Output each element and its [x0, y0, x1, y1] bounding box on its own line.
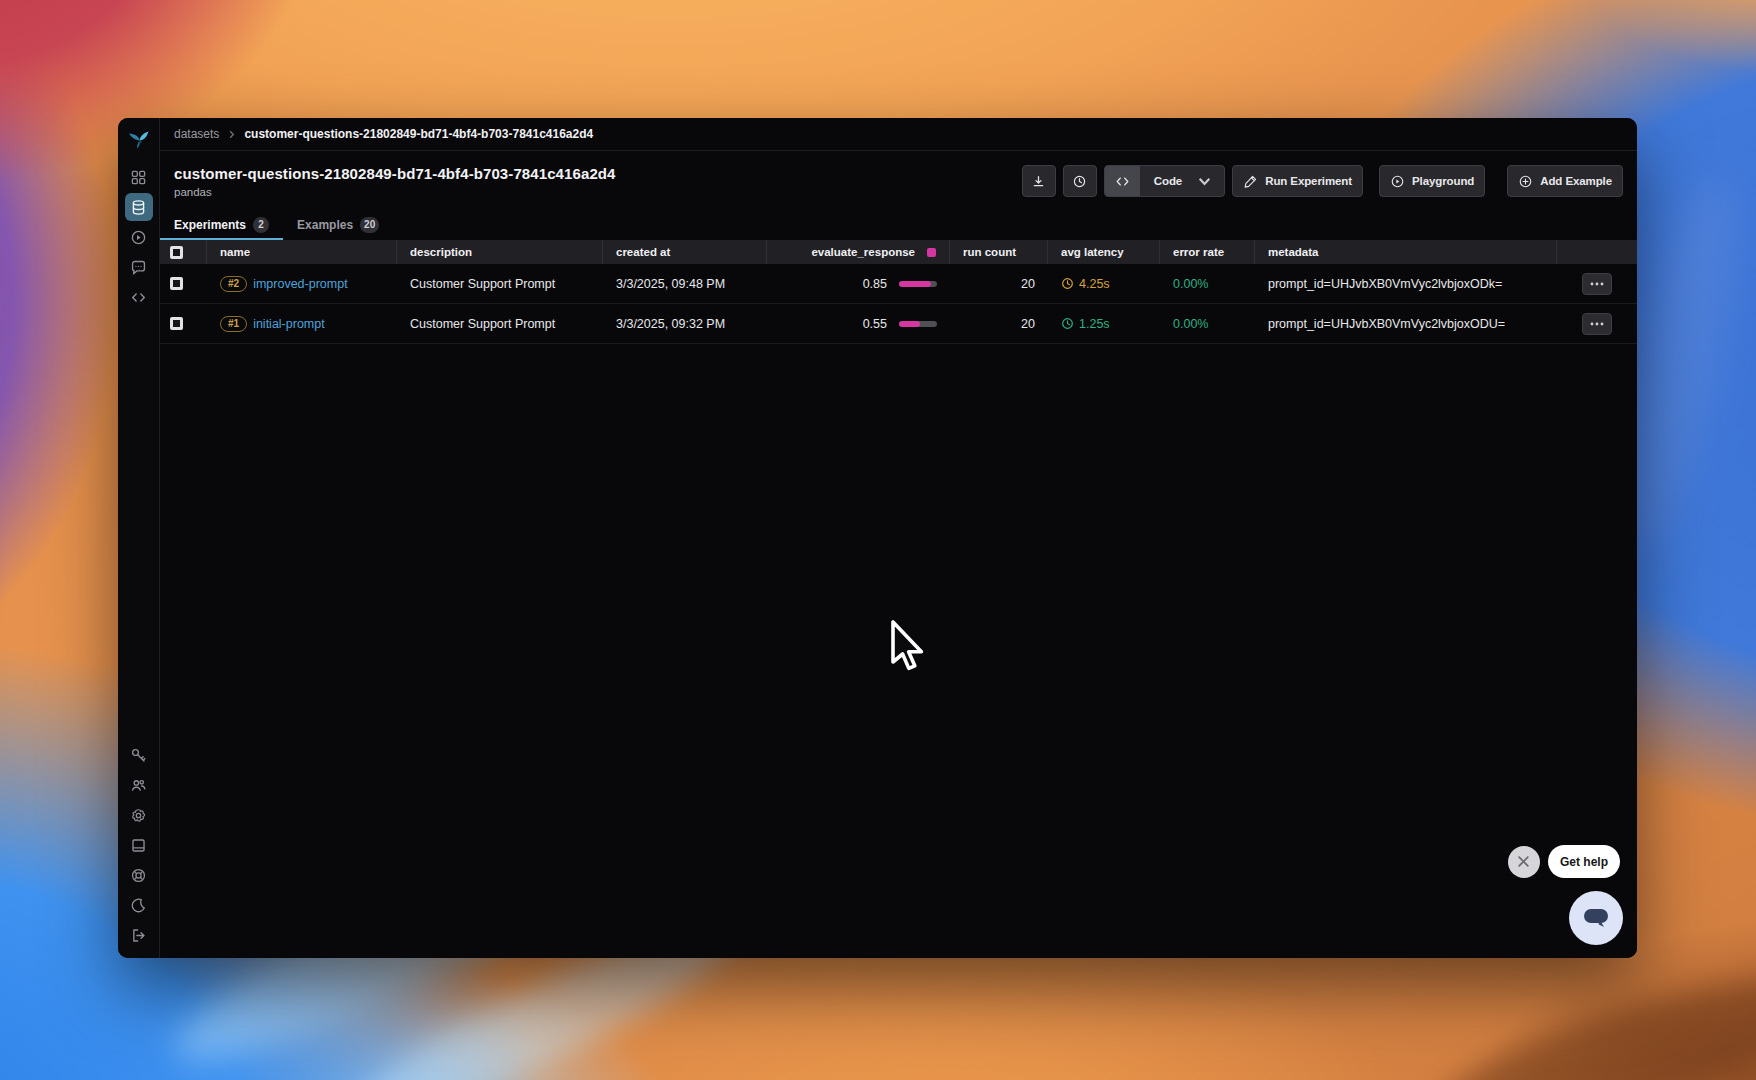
metadata-cell: prompt_id=UHJvbXB0VmVyc2lvbjoxODU= [1255, 317, 1557, 331]
col-metadata: metadata [1255, 240, 1557, 264]
experiment-link[interactable]: initial-prompt [253, 317, 325, 331]
evaluator-color-chip [927, 248, 936, 257]
experiment-row-initial-prompt[interactable]: #1 initial-prompt Customer Support Prompt… [160, 304, 1637, 344]
col-created-at: created at [603, 240, 767, 264]
table-header-row: name description created at evaluate_res… [160, 240, 1637, 264]
examples-count-badge: 20 [360, 217, 379, 233]
breadcrumb: datasets customer-questions-21802849-bd7… [160, 118, 1637, 151]
breadcrumb-datasets[interactable]: datasets [174, 127, 219, 141]
chat-widget-button[interactable] [1569, 891, 1623, 945]
app-window: datasets customer-questions-21802849-bd7… [118, 118, 1637, 958]
experiment-number-badge: #2 [220, 276, 247, 292]
experiment-icon [1243, 174, 1258, 189]
chat-nav-icon[interactable] [125, 253, 153, 281]
flower-settings-icon[interactable] [125, 801, 153, 829]
row-actions-button[interactable] [1582, 313, 1612, 335]
col-run-count: run count [950, 240, 1048, 264]
error-rate-cell: 0.00% [1160, 277, 1255, 291]
history-clock-button[interactable] [1063, 165, 1097, 197]
datasets-nav-icon[interactable] [125, 193, 153, 221]
chevron-right-icon [227, 130, 236, 139]
traces-nav-icon[interactable] [125, 223, 153, 251]
chat-bubble-icon [1581, 905, 1611, 931]
experiment-row-improved-prompt[interactable]: #2 improved-prompt Customer Support Promp… [160, 264, 1637, 304]
desktop-wallpaper: datasets customer-questions-21802849-bd7… [0, 0, 1756, 1080]
header-actions: Code Run Experiment Playground [1022, 165, 1623, 197]
latency-clock-icon [1061, 317, 1074, 330]
avg-latency-cell: 1.25s [1048, 317, 1160, 331]
error-rate-cell: 0.00% [1160, 317, 1255, 331]
help-cluster: Get help [1508, 845, 1620, 878]
row-checkbox[interactable] [170, 317, 183, 330]
code-button[interactable]: Code [1104, 165, 1225, 197]
description-cell: Customer Support Prompt [397, 317, 603, 331]
row-checkbox[interactable] [170, 277, 183, 290]
col-name: name [207, 240, 397, 264]
plus-circle-icon [1518, 174, 1533, 189]
row-actions-button[interactable] [1582, 273, 1612, 295]
description-cell: Customer Support Prompt [397, 277, 603, 291]
col-description: description [397, 240, 603, 264]
moon-icon[interactable] [125, 891, 153, 919]
col-evaluate-response: evaluate_response [767, 240, 950, 264]
run-experiment-button[interactable]: Run Experiment [1232, 165, 1363, 197]
code-button-label[interactable]: Code [1154, 175, 1182, 187]
tabs: Experiments2 Examples20 [160, 211, 1637, 240]
sidebar-bottom [125, 740, 153, 958]
latency-clock-icon [1061, 277, 1074, 290]
run-count-cell: 20 [950, 277, 1048, 291]
help-lifebuoy-icon[interactable] [125, 861, 153, 889]
experiments-table: name description created at evaluate_res… [160, 240, 1637, 344]
created-at-cell: 3/3/2025, 09:32 PM [603, 317, 767, 331]
book-icon[interactable] [125, 831, 153, 859]
code-brackets-icon[interactable] [1105, 166, 1140, 196]
playground-button[interactable]: Playground [1379, 165, 1485, 197]
tab-experiments[interactable]: Experiments2 [160, 211, 283, 240]
breadcrumb-current: customer-questions-21802849-bd71-4bf4-b7… [244, 127, 593, 141]
evaluate-response-cell: 0.55 [767, 317, 950, 331]
main-panel: datasets customer-questions-21802849-bd7… [160, 118, 1637, 958]
mouse-cursor [890, 619, 926, 675]
col-avg-latency: avg latency [1048, 240, 1160, 264]
get-help-button[interactable]: Get help [1548, 845, 1620, 878]
experiment-number-badge: #1 [220, 316, 247, 332]
metadata-cell: prompt_id=UHJvbXB0VmVyc2lvbjoxODk= [1255, 277, 1557, 291]
grid-nav-icon[interactable] [125, 163, 153, 191]
run-count-cell: 20 [950, 317, 1048, 331]
page-title: customer-questions-21802849-bd71-4bf4-b7… [174, 165, 616, 182]
code-nav-icon[interactable] [125, 283, 153, 311]
select-all-checkbox[interactable] [170, 246, 183, 259]
logout-icon[interactable] [125, 921, 153, 949]
close-help-button[interactable] [1508, 846, 1540, 878]
col-error-rate: error rate [1160, 240, 1255, 264]
avg-latency-cell: 4.25s [1048, 277, 1160, 291]
sidebar [118, 118, 160, 958]
add-example-button[interactable]: Add Example [1507, 165, 1623, 197]
page-subtitle: pandas [174, 186, 616, 198]
col-actions [1557, 240, 1637, 264]
key-icon[interactable] [125, 741, 153, 769]
close-icon [1517, 855, 1530, 868]
created-at-cell: 3/3/2025, 09:48 PM [603, 277, 767, 291]
page-header: customer-questions-21802849-bd71-4bf4-b7… [160, 151, 1637, 211]
chevron-down-icon[interactable] [1197, 174, 1212, 189]
tab-examples[interactable]: Examples20 [283, 211, 393, 240]
play-circle-icon [1390, 174, 1405, 189]
phoenix-logo-icon[interactable] [118, 118, 159, 162]
users-icon[interactable] [125, 771, 153, 799]
experiments-count-badge: 2 [253, 217, 269, 233]
download-button[interactable] [1022, 165, 1056, 197]
experiment-link[interactable]: improved-prompt [253, 277, 347, 291]
evaluate-response-cell: 0.85 [767, 277, 950, 291]
wallpaper-streak [1425, 948, 1756, 1080]
